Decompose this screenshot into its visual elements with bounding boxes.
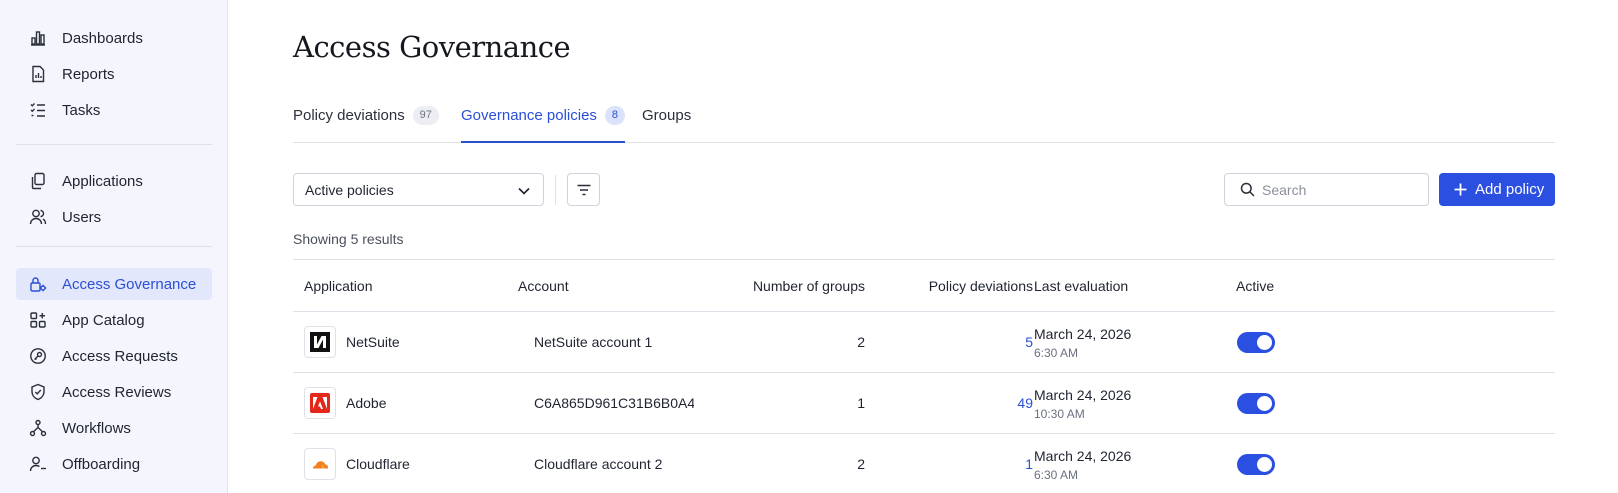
table-header: Application Account Number of groups Pol… — [293, 260, 1555, 312]
cloudflare-logo-icon — [304, 448, 336, 480]
sidebar-item-label: Workflows — [62, 419, 131, 437]
sidebar-item-access-reviews[interactable]: Access Reviews — [16, 376, 212, 408]
last-evaluation-date: March 24, 2026 — [1034, 448, 1132, 464]
number-of-groups: 1 — [857, 395, 865, 411]
sidebar-item-offboarding[interactable]: Offboarding — [16, 448, 212, 480]
application-name: NetSuite — [346, 334, 400, 350]
policy-deviations-link[interactable]: 1 — [1025, 456, 1033, 472]
last-evaluation-time: 10:30 AM — [1034, 407, 1085, 421]
tab-count-badge: 8 — [604, 106, 625, 125]
column-header-last-evaluation[interactable]: Last evaluation — [1034, 278, 1128, 294]
application-name: Cloudflare — [346, 456, 410, 472]
tab-governance-policies[interactable]: Governance policies 8 — [461, 100, 625, 143]
sidebar-divider — [16, 246, 212, 247]
sidebar-item-dashboards[interactable]: Dashboards — [16, 22, 212, 54]
account-name: NetSuite account 1 — [534, 334, 653, 350]
number-of-groups: 2 — [857, 456, 865, 472]
sidebar: Dashboards Reports Tasks Applications Us… — [0, 0, 228, 493]
sidebar-divider — [16, 144, 212, 145]
column-header-account[interactable]: Account — [518, 278, 569, 294]
tab-label: Policy deviations — [293, 107, 405, 124]
workflow-icon — [29, 419, 47, 437]
column-header-active[interactable]: Active — [1236, 278, 1274, 294]
users-icon — [29, 209, 47, 225]
task-list-icon — [30, 103, 45, 117]
shield-check-icon — [31, 383, 45, 401]
column-header-policy-deviations[interactable]: Policy deviations — [929, 278, 1033, 294]
plus-icon — [1454, 183, 1467, 196]
active-toggle[interactable] — [1237, 393, 1275, 414]
policy-deviations-link[interactable]: 49 — [1017, 395, 1033, 411]
search-icon — [1240, 182, 1255, 197]
sidebar-item-label: Applications — [62, 172, 143, 190]
tab-label: Governance policies — [461, 107, 597, 124]
chevron-down-icon — [518, 187, 530, 195]
tab-count-badge: 97 — [412, 106, 439, 125]
column-header-application[interactable]: Application — [304, 278, 373, 294]
account-name: Cloudflare account 2 — [534, 456, 663, 472]
applications-icon — [31, 172, 45, 190]
sidebar-item-users[interactable]: Users — [16, 201, 212, 233]
search-input[interactable] — [1262, 181, 1422, 198]
tab-label: Groups — [642, 107, 692, 124]
toolbar-divider — [555, 175, 556, 205]
policy-deviations-link[interactable]: 5 — [1025, 334, 1033, 350]
account-name: C6A865D961C31B6B0A4 — [534, 395, 694, 411]
results-count: Showing 5 results — [293, 231, 404, 247]
sidebar-item-tasks[interactable]: Tasks — [16, 94, 212, 126]
policy-status-select[interactable]: Active policies — [293, 173, 544, 206]
nav-group-directory: Applications Users — [16, 165, 212, 237]
table-row[interactable]: Adobe C6A865D961C31B6B0A4 1 49 March 24,… — [293, 373, 1555, 434]
sidebar-item-label: Reports — [62, 65, 115, 83]
last-evaluation-date: March 24, 2026 — [1034, 387, 1132, 403]
sidebar-item-reports[interactable]: Reports — [16, 58, 212, 90]
add-policy-button[interactable]: Add policy — [1439, 173, 1555, 206]
table-row[interactable]: Cloudflare Cloudflare account 2 2 1 Marc… — [293, 434, 1555, 493]
sidebar-item-label: Access Reviews — [62, 383, 172, 401]
tab-bar: Policy deviations 97 Governance policies… — [293, 100, 1555, 143]
column-header-number-of-groups[interactable]: Number of groups — [753, 278, 865, 294]
sidebar-item-label: Dashboards — [62, 29, 143, 47]
sidebar-item-app-catalog[interactable]: App Catalog — [16, 304, 212, 336]
user-minus-icon — [29, 456, 46, 472]
add-policy-label: Add policy — [1475, 181, 1545, 198]
sidebar-item-applications[interactable]: Applications — [16, 165, 212, 197]
tab-groups[interactable]: Groups — [642, 100, 691, 143]
tab-policy-deviations[interactable]: Policy deviations 97 — [293, 100, 439, 143]
sidebar-item-access-requests[interactable]: Access Requests — [16, 340, 212, 372]
last-evaluation-time: 6:30 AM — [1034, 346, 1079, 360]
nav-group-main: Dashboards Reports Tasks — [16, 22, 212, 130]
sidebar-item-label: Users — [62, 208, 102, 226]
policies-table: Application Account Number of groups Pol… — [293, 259, 1555, 493]
last-evaluation-time: 6:30 AM — [1034, 468, 1079, 482]
sidebar-item-access-governance[interactable]: Access Governance — [16, 268, 212, 300]
filter-button[interactable] — [567, 173, 600, 206]
report-icon — [32, 65, 45, 83]
adobe-logo-icon — [304, 387, 336, 419]
filter-icon — [577, 184, 590, 195]
grid-plus-icon — [30, 312, 46, 328]
active-toggle[interactable] — [1237, 454, 1275, 475]
sidebar-item-label: Access Requests — [62, 347, 178, 365]
netsuite-logo-icon — [304, 326, 336, 358]
page-title: Access Governance — [293, 30, 571, 64]
key-circle-icon — [30, 348, 46, 364]
nav-group-governance: Access Governance App Catalog Access Req… — [16, 268, 212, 484]
lock-gear-icon — [30, 277, 47, 292]
last-evaluation-date: March 24, 2026 — [1034, 326, 1132, 342]
search-box[interactable] — [1224, 173, 1429, 206]
bar-chart-icon — [31, 31, 45, 46]
sidebar-item-label: Offboarding — [62, 455, 141, 473]
sidebar-item-workflows[interactable]: Workflows — [16, 412, 212, 444]
sidebar-item-label: Tasks — [62, 101, 101, 119]
select-value: Active policies — [305, 181, 394, 198]
sidebar-item-label: App Catalog — [62, 311, 145, 329]
sidebar-item-label: Access Governance — [62, 275, 197, 293]
number-of-groups: 2 — [857, 334, 865, 350]
application-name: Adobe — [346, 395, 387, 411]
table-row[interactable]: NetSuite NetSuite account 1 2 5 March 24… — [293, 312, 1555, 373]
active-toggle[interactable] — [1237, 332, 1275, 353]
